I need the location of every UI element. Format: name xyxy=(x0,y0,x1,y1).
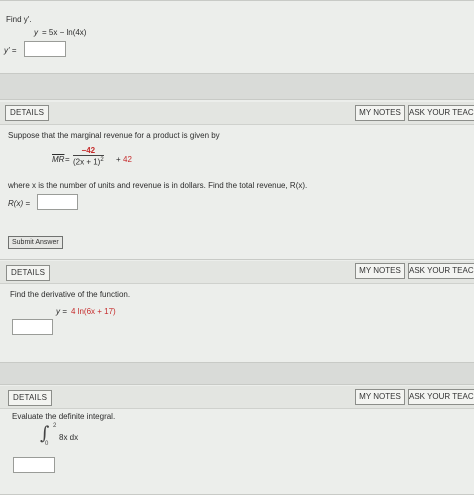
q2-ask-teacher-button[interactable]: ASK YOUR TEACH xyxy=(408,105,474,121)
submit-answer-button[interactable]: Submit Answer xyxy=(8,236,63,249)
q3-my-notes-button[interactable]: MY NOTES xyxy=(355,263,405,279)
q4-my-notes-button[interactable]: MY NOTES xyxy=(355,389,405,405)
q1-answer-input[interactable] xyxy=(24,41,66,57)
q2-numerator: −42 xyxy=(73,146,104,156)
q4-prompt: Evaluate the definite integral. xyxy=(12,412,116,421)
q1-answer-label: y' = xyxy=(4,46,17,55)
q4-lower-limit: 0 xyxy=(45,441,49,447)
q3-details-button[interactable]: DETAILS xyxy=(6,265,51,281)
q1-eq-rhs: = 5x − ln(4x) xyxy=(42,28,87,37)
q3-answer-input[interactable] xyxy=(12,319,53,335)
question-panel-1: Find y'. y = 5x − ln(4x) y' = xyxy=(0,0,474,74)
q2-my-notes-button[interactable]: MY NOTES xyxy=(355,105,405,121)
q2-plus: + xyxy=(116,155,121,164)
q2-mr-equals: = xyxy=(65,155,70,164)
q4-integrand: 8x dx xyxy=(59,433,79,442)
q1-prompt: Find y'. xyxy=(6,15,32,24)
q4-upper-limit: 2 xyxy=(53,423,57,429)
question-panel-2: DETAILS MY NOTES ASK YOUR TEACH Suppose … xyxy=(0,99,474,263)
q3-header-bar: DETAILS MY NOTES ASK YOUR TEACH xyxy=(0,261,474,284)
q3-eq-prefix: y = xyxy=(56,307,67,316)
q2-fraction: −42 (2x + 1)2 xyxy=(73,146,104,167)
q4-ask-teacher-button[interactable]: ASK YOUR TEACH xyxy=(408,389,474,405)
q2-denominator-wrap: (2x + 1)2 xyxy=(73,156,104,167)
q1-eq-lhs: y xyxy=(34,28,38,37)
q2-answer-input[interactable] xyxy=(37,194,78,210)
q4-header-bar: DETAILS MY NOTES ASK YOUR TEACH xyxy=(0,386,474,409)
q3-eq-body: 4 ln(6x + 17) xyxy=(71,307,116,316)
q2-exponent: 2 xyxy=(100,157,104,163)
q2-description: where x is the number of units and reven… xyxy=(8,181,308,190)
q3-ask-teacher-button[interactable]: ASK YOUR TEACH xyxy=(408,263,474,279)
q3-prompt: Find the derivative of the function. xyxy=(10,290,131,299)
q2-header-bar: DETAILS MY NOTES ASK YOUR TEACH xyxy=(0,102,474,125)
q4-details-button[interactable]: DETAILS xyxy=(8,390,53,406)
q2-intro: Suppose that the marginal revenue for a … xyxy=(8,131,220,140)
q4-answer-input[interactable] xyxy=(13,457,55,473)
q2-details-button[interactable]: DETAILS xyxy=(5,105,50,121)
q2-denominator: (2x + 1) xyxy=(73,157,101,167)
q2-constant: 42 xyxy=(123,155,132,164)
question-panel-4: DETAILS MY NOTES ASK YOUR TEACH Evaluate… xyxy=(0,384,474,495)
q2-mr-label: MR xyxy=(52,155,65,164)
q2-answer-label: R(x) = xyxy=(8,199,30,208)
question-panel-3: DETAILS MY NOTES ASK YOUR TEACH Find the… xyxy=(0,259,474,363)
